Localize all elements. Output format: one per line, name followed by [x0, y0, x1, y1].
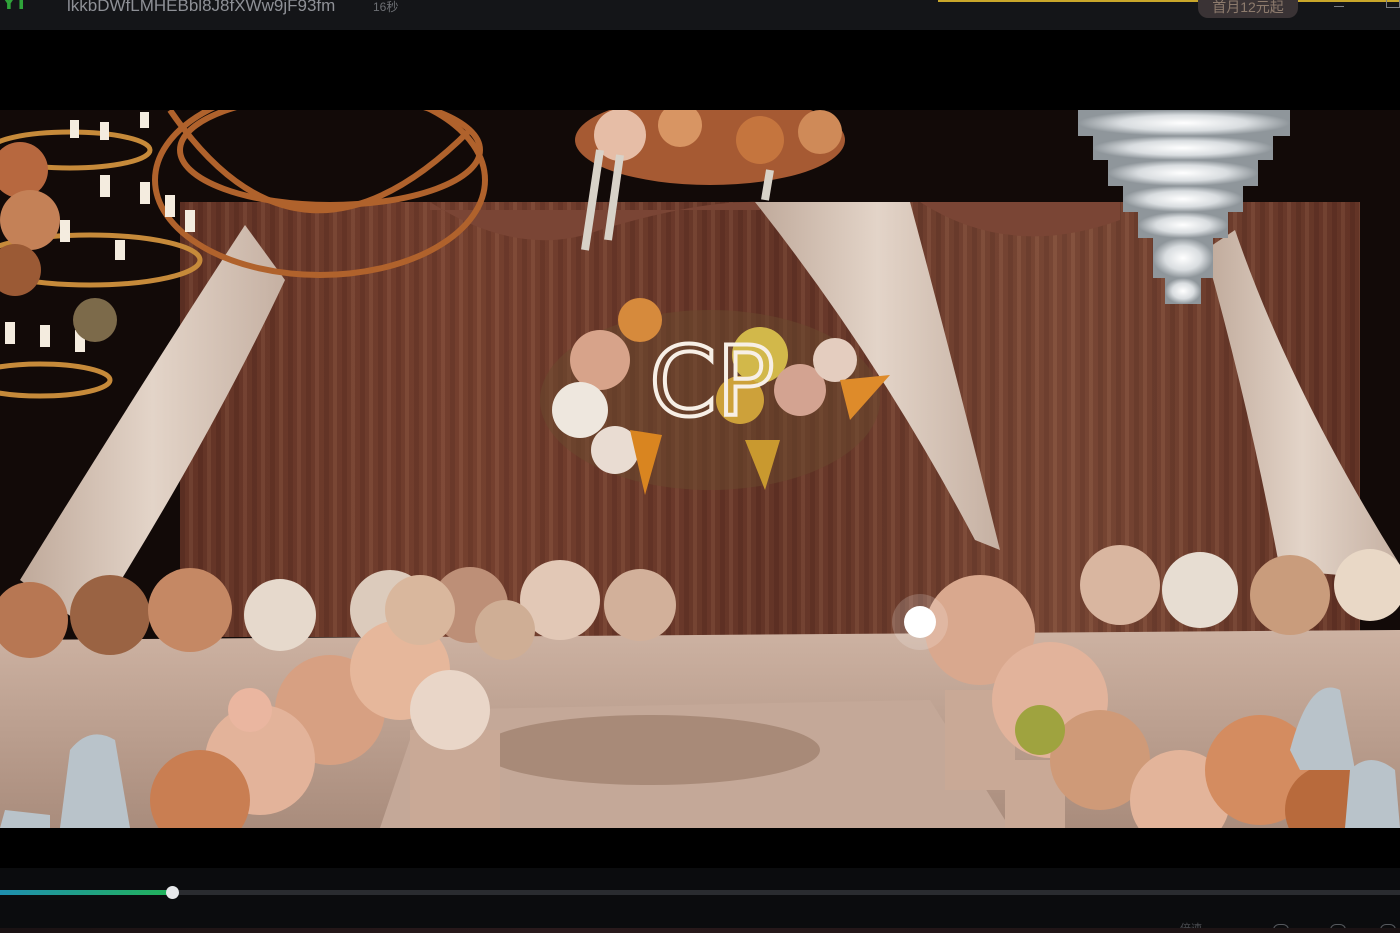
title-bar[interactable]: YT lkkbDWfLMHEBbl8J8fXWw9jF93fm 16秒 首月12… — [0, 0, 1400, 30]
video-duration: 16秒 — [373, 0, 399, 14]
membership-promo-button[interactable]: 首月12元起 — [1198, 0, 1298, 18]
maximize-icon[interactable] — [1386, 0, 1400, 8]
monogram-sign: CP — [650, 326, 775, 438]
player-controls: 倍速 — [0, 868, 1400, 933]
progress-fill — [0, 890, 172, 895]
video-title: lkkbDWfLMHEBbl8J8fXWw9jF93fm — [67, 0, 336, 15]
minimize-icon[interactable] — [1333, 0, 1347, 14]
video-frame[interactable]: CP — [0, 110, 1400, 828]
video-player-window: YT lkkbDWfLMHEBbl8J8fXWw9jF93fm 16秒 首月12… — [0, 0, 1400, 933]
wedding-stage-scene: CP — [0, 110, 1400, 828]
progress-handle[interactable] — [166, 886, 179, 899]
title-load-line — [938, 0, 1400, 2]
bottom-strip — [0, 928, 1400, 933]
app-logo-icon: YT — [2, 0, 28, 14]
progress-bar[interactable] — [0, 886, 1400, 899]
